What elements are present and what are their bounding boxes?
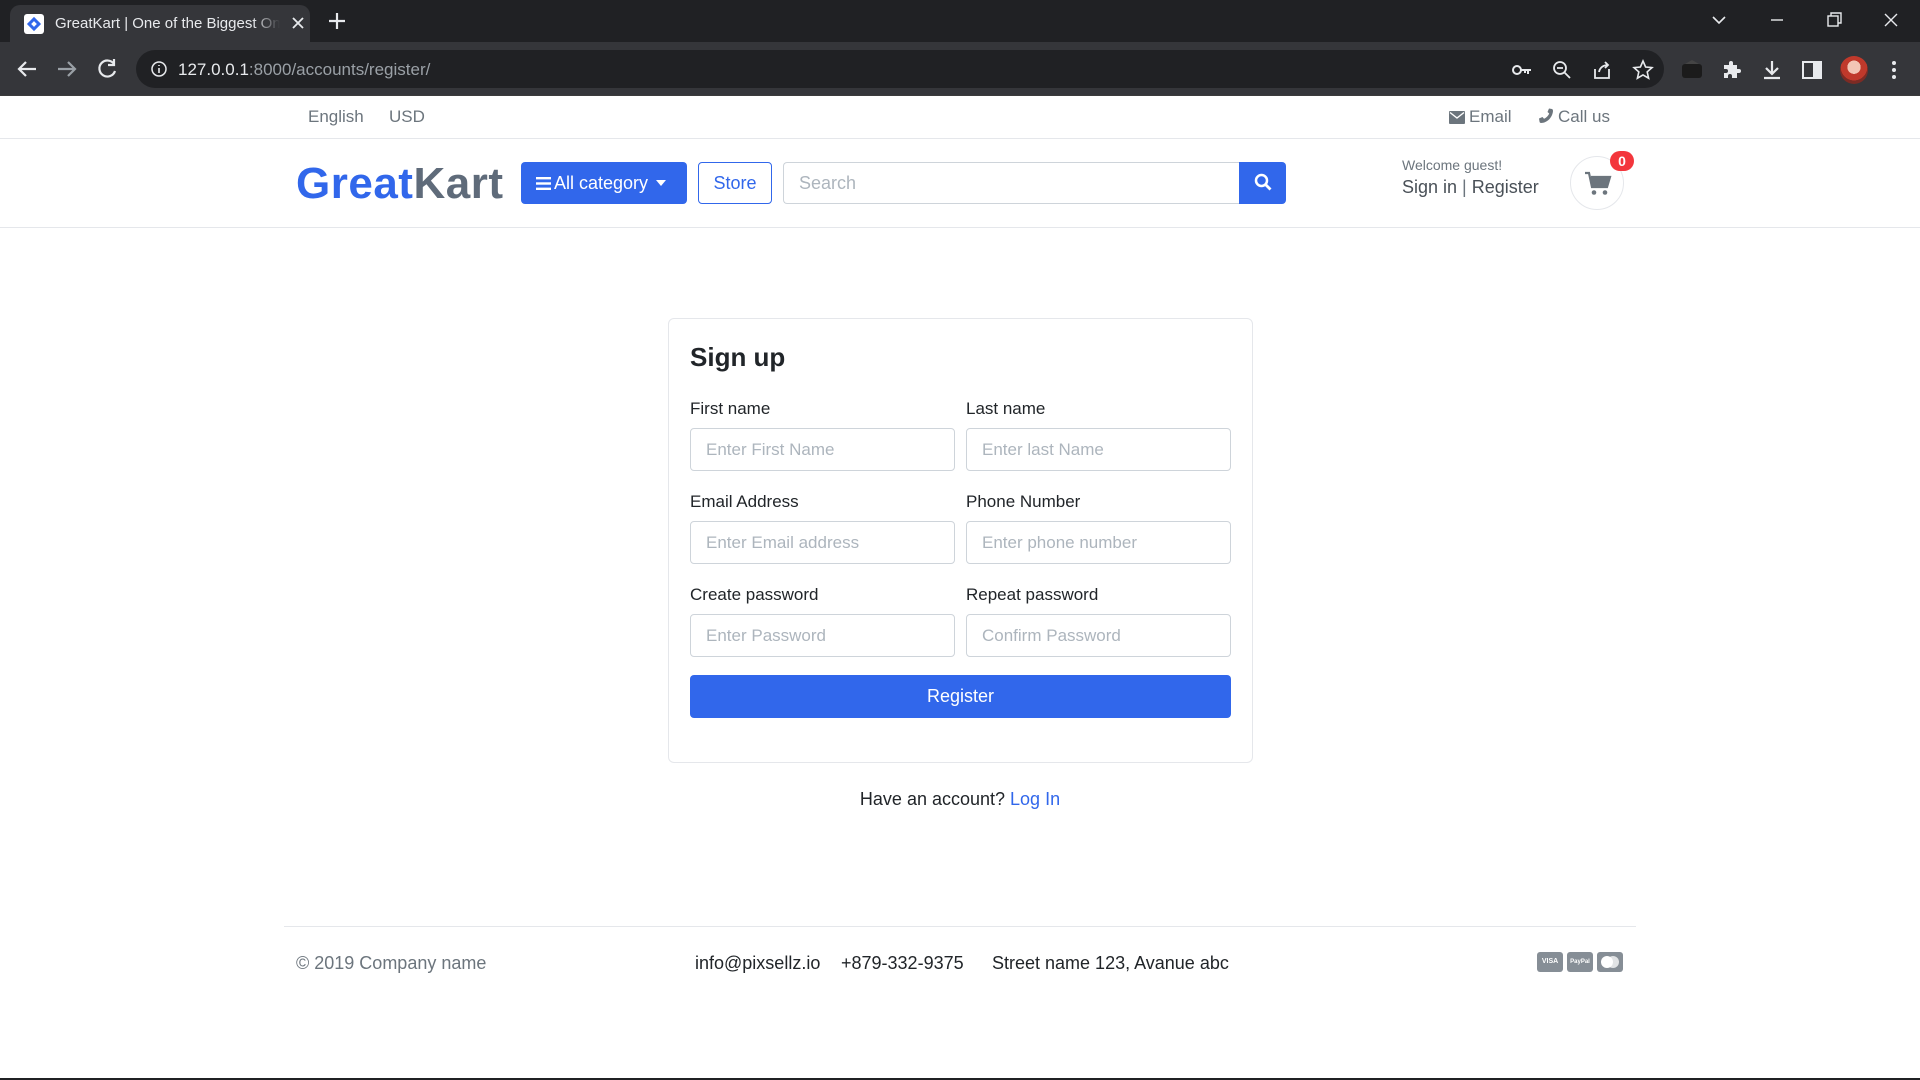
forward-arrow-icon[interactable] [52,54,82,84]
search-icon [1254,173,1271,190]
reload-icon[interactable] [92,54,122,84]
register-button[interactable]: Register [690,675,1231,718]
visa-icon: VISA [1537,952,1563,972]
email-link-label: Email [1469,107,1512,126]
login-prompt-text: Have an account? [859,789,1006,809]
download-icon[interactable] [1760,58,1784,82]
web-page: English USD Email Call us GreatKart All … [0,96,1920,1080]
last-name-input[interactable] [966,428,1231,471]
share-icon[interactable] [1591,59,1613,81]
browser-tab[interactable]: GreatKart | One of the Biggest Online Sh… [10,5,310,42]
repeat-password-input[interactable] [966,614,1231,657]
zoom-icon[interactable] [1551,59,1573,81]
footer-email: info@pixsellz.io [695,953,821,973]
email-link[interactable]: Email [1449,107,1512,127]
repeat-password-label: Repeat password [966,585,1099,604]
paypal-icon: PayPal [1567,952,1593,972]
sign-in-link[interactable]: Sign in [1402,177,1457,197]
phone-icon [1539,108,1553,123]
url-text[interactable]: 127.0.0.1:8000/accounts/register/ [178,60,430,80]
close-icon[interactable] [290,15,306,31]
envelope-icon [1449,111,1465,124]
browser-toolbar: 127.0.0.1:8000/accounts/register/ [0,42,1920,96]
phone-input[interactable] [966,521,1231,564]
back-arrow-icon[interactable] [12,54,42,84]
create-password-input[interactable] [690,614,955,657]
browser-tab-strip: GreatKart | One of the Biggest Online Sh… [0,0,1920,42]
first-name-input[interactable] [690,428,955,471]
store-button[interactable]: Store [698,162,772,204]
info-icon[interactable] [150,60,168,78]
login-prompt: Have an account? Log In [0,789,1920,810]
footer-divider [284,926,1636,927]
welcome-text: Welcome guest! [1402,157,1503,173]
first-name-label: First name [690,399,771,418]
auth-separator: | [1462,177,1467,197]
signup-card: Sign up First name Last name Email Addre… [668,318,1253,763]
auth-links: Sign in | Register [1402,177,1539,198]
bars-icon [536,176,551,190]
url-host: 127.0.0.1 [178,60,249,79]
sidepanel-icon[interactable] [1800,58,1824,82]
site-header: GreatKart All category Store Welcome gue… [0,139,1920,228]
search-button[interactable] [1239,162,1286,204]
window-close-icon[interactable] [1879,8,1903,32]
email-label: Email Address [690,492,799,511]
plus-icon[interactable] [326,10,348,32]
cart-icon [1585,171,1612,195]
chevron-down-icon[interactable] [1707,8,1731,32]
minimize-icon[interactable] [1765,8,1789,32]
all-category-button[interactable]: All category [521,162,687,204]
logo-part-kart: Kart [413,159,504,208]
profile-avatar[interactable] [1840,56,1868,84]
register-link[interactable]: Register [1472,177,1539,197]
favicon-icon [24,14,44,34]
footer-copyright: © 2019 Company name [296,953,487,973]
url-path: :8000/accounts/register/ [248,60,431,79]
address-bar[interactable]: 127.0.0.1:8000/accounts/register/ [136,50,1664,88]
search-input[interactable] [783,162,1240,204]
last-name-label: Last name [966,399,1046,418]
footer-phone: +879-332-9375 [841,953,964,973]
call-us-link[interactable]: Call us [1538,107,1610,127]
puzzle-icon[interactable] [1720,58,1744,82]
restore-icon[interactable] [1822,8,1846,32]
all-category-label: All category [554,172,649,193]
mastercard-circles-icon [1601,956,1619,968]
cart-count-badge: 0 [1610,151,1634,171]
extension-icon[interactable] [1680,58,1704,82]
create-password-label: Create password [690,585,819,604]
log-in-link[interactable]: Log In [1010,789,1060,809]
site-logo[interactable]: GreatKart [296,159,503,209]
caret-down-icon [656,179,667,186]
currency-selector[interactable]: USD [389,107,425,127]
mastercard-icon [1597,952,1623,972]
footer-address: Street name 123, Avanue abc [992,953,1229,973]
key-icon[interactable] [1511,59,1533,81]
top-info-bar: English USD Email Call us [0,96,1920,139]
star-icon[interactable] [1632,59,1654,81]
tab-title: GreatKart | One of the Biggest Online Sh… [55,15,280,32]
call-us-label: Call us [1558,107,1610,126]
signup-title: Sign up [690,342,786,372]
kebab-menu-icon[interactable] [1882,58,1906,82]
logo-part-great: Great [296,159,414,208]
language-selector[interactable]: English [308,107,364,127]
phone-label: Phone Number [966,492,1081,511]
email-input[interactable] [690,521,955,564]
